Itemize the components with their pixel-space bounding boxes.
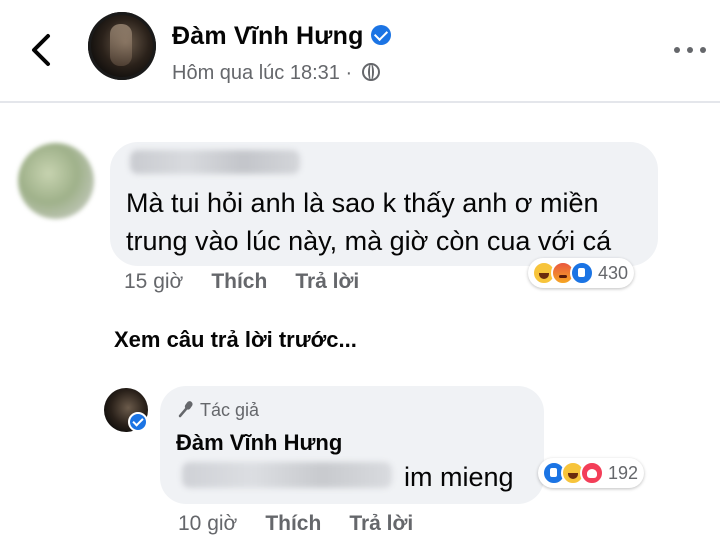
love-icon — [580, 461, 604, 485]
commenter-name-blurred — [130, 150, 300, 174]
like-icon — [570, 261, 594, 285]
view-previous-replies-link[interactable]: Xem câu trả lời trước... — [114, 327, 357, 353]
reply-button[interactable]: Trả lời — [349, 512, 413, 535]
globe-icon — [361, 62, 380, 81]
divider — [0, 101, 720, 103]
like-button[interactable]: Thích — [211, 270, 267, 293]
reaction-count: 430 — [598, 262, 629, 283]
comment-bubble[interactable]: Mà tui hỏi anh là sao k thấy anh ơ miền … — [110, 142, 658, 266]
comment-text: Mà tui hỏi anh là sao k thấy anh ơ miền … — [126, 188, 612, 256]
microphone-icon — [178, 401, 193, 418]
commenter-avatar[interactable] — [18, 143, 94, 219]
reply-reactions[interactable]: 192 — [538, 458, 645, 488]
more-options-button[interactable] — [670, 34, 710, 64]
author-tag-label: Tác giả — [200, 400, 260, 420]
reply-time: 10 giờ — [178, 512, 238, 535]
reply-bubble[interactable]: Tác giả Đàm Vĩnh Hưng im mieng — [160, 386, 544, 504]
back-arrow-icon[interactable] — [28, 32, 56, 68]
post-header: Đàm Vĩnh Hưng Hôm qua lúc 18:31 · — [0, 0, 720, 100]
reply-text: im mieng — [404, 462, 514, 492]
verified-badge-icon — [128, 412, 148, 432]
reply-author-name[interactable]: Đàm Vĩnh Hưng — [176, 430, 342, 456]
comment-actions: 15 giờ Thích Trả lời — [124, 270, 387, 294]
post-timestamp[interactable]: Hôm qua lúc 18:31 · — [172, 62, 352, 84]
like-button[interactable]: Thích — [265, 512, 321, 535]
author-name[interactable]: Đàm Vĩnh Hưng — [172, 22, 364, 50]
author-name-row[interactable]: Đàm Vĩnh Hưng — [172, 22, 391, 51]
reply-button[interactable]: Trả lời — [295, 270, 359, 293]
comment-time: 15 giờ — [124, 270, 184, 293]
verified-badge-icon — [370, 25, 391, 46]
author-tag: Tác giả — [178, 400, 259, 421]
mention-blurred — [182, 462, 392, 488]
post-timestamp-row: Hôm qua lúc 18:31 · — [172, 62, 380, 85]
reaction-count: 192 — [608, 462, 639, 483]
reply-actions: 10 giờ Thích Trả lời — [178, 512, 441, 536]
comment-reactions[interactable]: 430 — [528, 258, 635, 288]
author-avatar[interactable] — [88, 12, 156, 80]
